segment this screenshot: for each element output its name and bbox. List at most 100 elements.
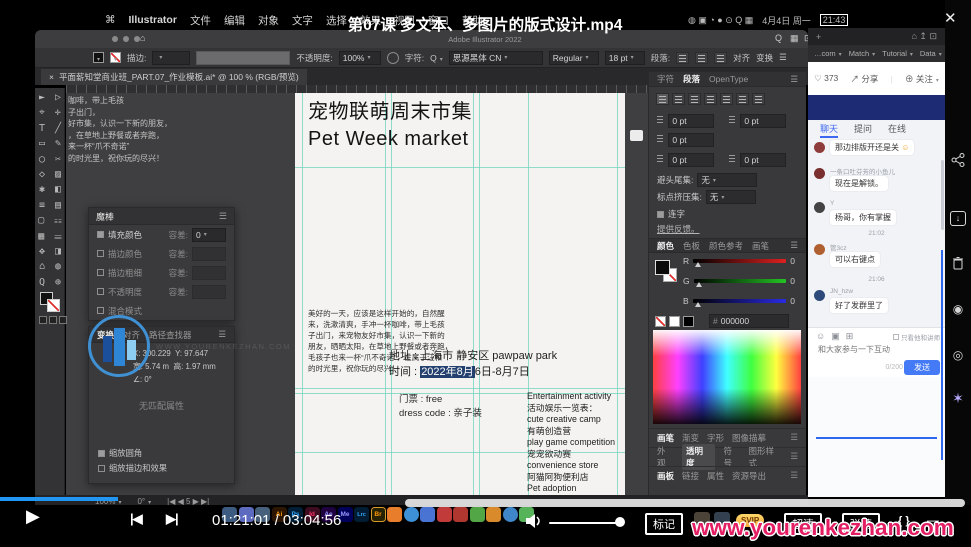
filter-checkbox[interactable] [893, 334, 899, 340]
tab-asset-export[interactable]: 资源导出 [732, 470, 766, 482]
close-icon[interactable]: ✕ [944, 9, 957, 27]
justify-right-icon[interactable] [736, 93, 749, 105]
bookmark-item[interactable]: …com [814, 49, 842, 58]
tab-online[interactable]: 在线 [888, 122, 906, 138]
red-value[interactable]: 0 [790, 256, 795, 266]
scale-strokes-checkbox[interactable] [98, 464, 105, 472]
menu-object[interactable]: 对象 [258, 13, 279, 28]
tab-pathfinder[interactable]: 路径查找器 [149, 329, 192, 341]
avatar[interactable] [814, 244, 825, 255]
traffic-light-minimize[interactable] [123, 36, 129, 42]
menubar-app[interactable]: Illustrator [129, 14, 177, 26]
record-icon[interactable]: ◉ [945, 302, 971, 316]
fill-proxy[interactable] [655, 260, 670, 275]
hyphenate-checkbox[interactable] [657, 210, 664, 218]
panel-menu-icon[interactable]: ☰ [219, 211, 227, 222]
tab-appearance[interactable]: 外观 [657, 445, 674, 469]
green-value[interactable]: 0 [790, 276, 795, 286]
tab-properties[interactable]: 属性 [707, 470, 724, 482]
color-spectrum[interactable] [653, 330, 801, 424]
share-nodes-icon[interactable] [945, 153, 971, 170]
apple-icon[interactable]: ⌘ [105, 14, 116, 26]
filter-toggle[interactable]: 只看他和讲师 [893, 332, 940, 342]
tab-artboards[interactable]: 画板 [657, 470, 674, 482]
hex-field[interactable]: # 000000 [709, 314, 789, 328]
fill-stroke-indicator[interactable] [40, 292, 60, 312]
avatar[interactable] [814, 142, 825, 153]
tab-image-trace[interactable]: 图像描摹 [732, 432, 766, 444]
poster-address[interactable]: 地址 : 上海市 静安区 pawpaw park 时间 : 2022年8月6日-… [389, 348, 557, 380]
first-line-indent-field[interactable]: 0 pt [668, 133, 715, 147]
dock-app-icon[interactable] [436, 507, 452, 522]
panel-menu-icon[interactable]: ☰ [790, 74, 798, 85]
toolbar-tools[interactable]: ► ▷ ⌖ ✛ T ╱ ▭ ✎ ◯ ✂ ◇ ▨ ✱ ◧ ≡ ▤ ▢ ☷ ▦ ☰ … [37, 90, 63, 290]
send-button[interactable]: 发送 [904, 360, 940, 375]
tolerance-field[interactable] [192, 265, 226, 280]
like-button[interactable]: ♡ 373 [814, 73, 838, 84]
font-family-field[interactable]: 思源黑体 CN [448, 50, 543, 65]
browser-window-icons[interactable]: ⌂ ↥ ⊡ [911, 31, 937, 42]
trash-icon[interactable] [945, 256, 971, 273]
marker-button[interactable]: 标记 [645, 513, 683, 535]
tolerance-field[interactable] [192, 246, 226, 261]
justify-all-icon[interactable] [752, 93, 765, 105]
dock-app-lightroom[interactable]: Lrc [354, 507, 369, 522]
opacity-field[interactable]: 100% [338, 50, 381, 65]
font-search-icon[interactable]: Q [430, 53, 443, 63]
dock-app-icon[interactable] [403, 507, 419, 522]
seek-bar-buffered[interactable] [405, 499, 965, 507]
justify-center-icon[interactable] [720, 93, 733, 105]
font-size-field[interactable]: 18 pt [604, 50, 645, 65]
blue-slider[interactable] [692, 299, 787, 307]
tab-symbols[interactable]: 符号 [723, 445, 740, 469]
left-indent-field[interactable]: 0 pt [668, 114, 715, 128]
dock-app-icon[interactable] [502, 507, 518, 522]
draw-mode-buttons[interactable] [39, 316, 67, 324]
tab-questions[interactable]: 提问 [854, 122, 872, 138]
panel-menu-icon[interactable]: ☰ [790, 432, 798, 443]
collapsed-panel-icon[interactable] [630, 130, 643, 141]
space-before-field[interactable]: 0 pt [668, 153, 715, 167]
poster-entertainment-list[interactable]: Entertainment activity 活动娱乐一览表： cute cre… [527, 391, 624, 495]
stroke-color-swatch[interactable] [110, 52, 121, 63]
bookmark-match[interactable]: Match [849, 49, 875, 58]
tab-color[interactable]: 颜色 [657, 240, 674, 252]
style-icon[interactable] [386, 51, 399, 64]
next-button[interactable]: ▶| [166, 511, 179, 527]
dock-app-icon[interactable] [420, 507, 435, 522]
bookmark-tutorial[interactable]: Tutorial [882, 49, 913, 58]
dock-app-icon[interactable] [453, 507, 468, 522]
stroke-color-checkbox[interactable] [97, 250, 104, 257]
more-options-icon[interactable]: ⊞ [846, 331, 854, 342]
volume-knob[interactable] [615, 517, 625, 527]
transform-panel-link[interactable]: 变换 [756, 52, 773, 64]
align-right-icon[interactable] [714, 51, 728, 64]
tab-swatches[interactable]: 色板 [683, 240, 700, 252]
justify-left-icon[interactable] [704, 93, 717, 105]
feedback-link[interactable]: 提供反馈。 [657, 223, 700, 235]
fill-color-checkbox[interactable] [97, 231, 104, 238]
previous-button[interactable]: |◀ [130, 511, 143, 527]
follow-button[interactable]: ⊕ 关注 [905, 73, 939, 85]
font-style-field[interactable]: Regular [548, 50, 599, 65]
white-swatch[interactable] [669, 315, 680, 327]
tab-graphic-styles[interactable]: 图形样式 [748, 445, 782, 469]
tab-color-guide[interactable]: 颜色参考 [709, 240, 743, 252]
align-right-icon[interactable] [688, 93, 701, 105]
tab-gradient[interactable]: 渐变 [682, 432, 699, 444]
chat-scrollbar[interactable] [941, 160, 944, 230]
align-left-icon[interactable] [676, 51, 690, 64]
stroke-weight-checkbox[interactable] [97, 269, 104, 276]
document-tab[interactable]: × 平面薪知堂商业班_PART.07_作业模板.ai* @ 100 % (RGB… [41, 69, 307, 85]
magic-wand-title[interactable]: 魔棒 [96, 210, 114, 223]
tolerance-field[interactable]: 0 [192, 227, 226, 242]
image-upload-icon[interactable]: ▣ [831, 331, 840, 342]
stroke-weight-field[interactable] [152, 50, 191, 65]
doc-close-icon[interactable]: × [49, 72, 54, 82]
color-fill-stroke[interactable] [655, 260, 679, 284]
dock-app-icon[interactable] [469, 507, 485, 522]
tab-links[interactable]: 链接 [682, 470, 699, 482]
tab-chat[interactable]: 聊天 [820, 122, 839, 138]
none-swatch[interactable] [655, 315, 666, 327]
poster-ticket-info[interactable]: 门票 : free dress code : 亲子装 [399, 393, 482, 421]
